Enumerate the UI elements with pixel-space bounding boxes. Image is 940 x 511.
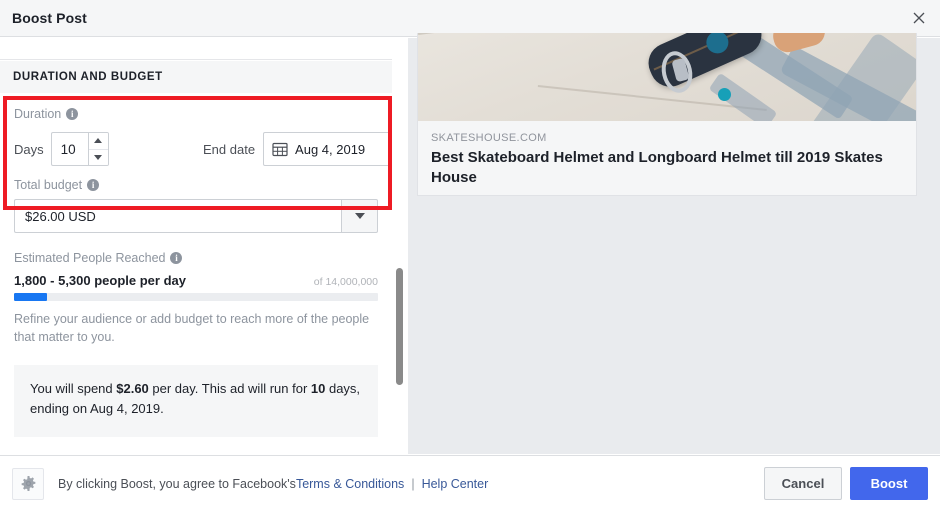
spend-days: 10 <box>310 381 326 396</box>
form-panel: DURATION AND BUDGET Duration i Days 10 E… <box>0 38 400 454</box>
footer-separator: | <box>411 476 415 491</box>
end-date-value: Aug 4, 2019 <box>295 141 366 157</box>
preview-image <box>418 33 916 121</box>
concrete-crack <box>418 33 716 35</box>
boost-button[interactable]: Boost <box>850 467 928 500</box>
footer-actions: Cancel Boost <box>764 467 928 500</box>
spend-summary-text: You will spend $2.60 per day. This ad wi… <box>30 379 362 418</box>
estimated-reach-progress-bar <box>14 293 378 301</box>
preview-domain: SKATESHOUSE.COM <box>431 132 547 144</box>
form-scrollbar-track[interactable] <box>392 38 408 454</box>
estimated-reach-total: of 14,000,000 <box>313 276 378 288</box>
terms-conditions-link[interactable]: Terms & Conditions <box>296 477 404 491</box>
total-budget-input[interactable] <box>14 199 341 233</box>
estimated-reach-values: 1,800 - 5,300 people per day of 14,000,0… <box>14 273 378 288</box>
agreement-text: By clicking Boost, you agree to Facebook… <box>58 476 296 491</box>
dialog-footer: By clicking Boost, you agree to Facebook… <box>0 455 940 511</box>
estimated-reach-range: 1,800 - 5,300 people per day <box>14 273 186 288</box>
cancel-button[interactable]: Cancel <box>764 467 842 500</box>
close-icon[interactable] <box>906 5 932 31</box>
preview-title: Best Skateboard Helmet and Longboard Hel… <box>431 149 883 186</box>
help-center-link[interactable]: Help Center <box>422 477 489 491</box>
spend-summary-box: You will spend $2.60 per day. This ad wi… <box>14 365 378 437</box>
section-header-label: DURATION AND BUDGET <box>13 71 163 83</box>
spend-prefix: You will spend <box>30 381 117 396</box>
total-budget-dropdown-button[interactable] <box>341 199 378 233</box>
triangle-down-icon <box>94 154 103 160</box>
days-stepper[interactable] <box>50 132 109 166</box>
boost-post-dialog: Boost Post SKATESHOUSE.COM Best Skateboa… <box>0 0 940 511</box>
settings-button[interactable] <box>12 467 44 500</box>
end-date-picker[interactable]: Aug 4, 2019 <box>263 132 392 166</box>
days-input[interactable] <box>51 133 88 165</box>
triangle-up-icon <box>94 138 103 144</box>
days-field-group: Days <box>14 132 109 166</box>
chevron-down-icon <box>354 213 365 219</box>
refine-audience-text: Refine your audience or add budget to re… <box>14 312 370 344</box>
gear-icon <box>21 476 35 491</box>
spend-middle: per day. This ad will run for <box>148 381 311 396</box>
total-budget-label-group: Total budget i <box>14 178 100 192</box>
total-budget-field-group <box>14 199 378 233</box>
dialog-titlebar: Boost Post <box>0 0 940 37</box>
info-icon[interactable]: i <box>170 252 183 264</box>
days-increment-button[interactable] <box>88 133 108 149</box>
estimated-reach-label-group: Estimated People Reached i <box>14 251 183 265</box>
section-header-duration-and-budget: DURATION AND BUDGET <box>0 61 392 93</box>
form-body: Duration i Days 10 End date Aug 4, 2019 … <box>0 93 392 454</box>
panel-top-strip <box>0 38 392 60</box>
preview-meta: SKATESHOUSE.COM Best Skateboard Helmet a… <box>418 121 916 195</box>
days-stepper-buttons <box>87 133 108 165</box>
estimated-reach-progress-fill <box>14 293 47 301</box>
info-icon[interactable]: i <box>66 108 79 120</box>
skateboard-wheel <box>718 88 731 101</box>
spend-amount: $2.60 <box>116 381 149 396</box>
total-budget-label: Total budget <box>14 178 83 192</box>
duration-label: Duration <box>14 107 62 121</box>
post-preview-card: SKATESHOUSE.COM Best Skateboard Helmet a… <box>417 33 917 196</box>
duration-label-group: Duration i <box>14 107 79 121</box>
calendar-icon <box>272 142 288 157</box>
end-date-label: End date <box>203 141 256 157</box>
close-glyph <box>913 12 925 24</box>
end-date-field-group: End date Aug 4, 2019 <box>203 132 392 166</box>
days-decrement-button[interactable] <box>88 148 108 165</box>
days-label: Days <box>14 141 44 157</box>
footer-agreement: By clicking Boost, you agree to Facebook… <box>58 477 488 491</box>
estimated-reach-label: Estimated People Reached <box>14 251 166 265</box>
dialog-title: Boost Post <box>12 10 87 26</box>
form-scrollbar-thumb[interactable] <box>396 268 403 385</box>
info-icon[interactable]: i <box>87 179 100 191</box>
